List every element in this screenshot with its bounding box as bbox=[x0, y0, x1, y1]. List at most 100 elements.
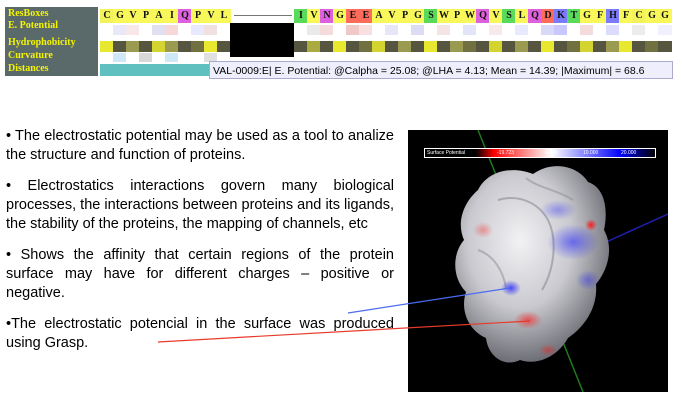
residue-box[interactable]: G bbox=[411, 9, 425, 23]
residue-box[interactable]: I bbox=[165, 9, 179, 23]
track-label-hydrophobicity[interactable]: Hydrophobicity bbox=[8, 37, 76, 48]
e-potential-cell[interactable] bbox=[567, 25, 581, 35]
distances-row-left[interactable] bbox=[100, 64, 213, 76]
hydrophobicity-cell[interactable] bbox=[346, 41, 360, 52]
hydrophobicity-cell[interactable] bbox=[580, 41, 594, 52]
e-potential-cell[interactable] bbox=[217, 25, 231, 35]
residue-box[interactable]: W bbox=[463, 9, 477, 23]
e-potential-cell[interactable] bbox=[165, 25, 179, 35]
residue-box[interactable]: E bbox=[359, 9, 373, 23]
e-potential-cell[interactable] bbox=[463, 25, 477, 35]
hydrophobicity-row-left[interactable] bbox=[100, 41, 231, 52]
hydrophobicity-row-right[interactable] bbox=[294, 41, 672, 52]
e-potential-cell[interactable] bbox=[632, 25, 646, 35]
hydrophobicity-cell[interactable] bbox=[632, 41, 646, 52]
e-potential-cell[interactable] bbox=[476, 25, 490, 35]
e-potential-cell[interactable] bbox=[645, 25, 659, 35]
e-potential-cell[interactable] bbox=[126, 25, 140, 35]
residue-box[interactable]: F bbox=[593, 9, 607, 23]
e-potential-cell[interactable] bbox=[411, 25, 425, 35]
residue-box[interactable]: A bbox=[372, 9, 386, 23]
residue-box[interactable]: V bbox=[307, 9, 321, 23]
residue-box[interactable]: G bbox=[580, 9, 594, 23]
residue-box[interactable]: D bbox=[541, 9, 555, 23]
curvature-cell[interactable] bbox=[178, 53, 192, 62]
track-label-curvature[interactable]: Curvature bbox=[8, 50, 53, 61]
hydrophobicity-cell[interactable] bbox=[372, 41, 386, 52]
e-potential-cell[interactable] bbox=[554, 25, 568, 35]
e-potential-cell[interactable] bbox=[178, 25, 192, 35]
e-potential-cell[interactable] bbox=[658, 25, 672, 35]
hydrophobicity-cell[interactable] bbox=[333, 41, 347, 52]
hydrophobicity-cell[interactable] bbox=[139, 41, 153, 52]
hydrophobicity-cell[interactable] bbox=[463, 41, 477, 52]
residue-box[interactable]: G bbox=[658, 9, 672, 23]
hydrophobicity-cell[interactable] bbox=[204, 41, 218, 52]
hydrophobicity-cell[interactable] bbox=[541, 41, 555, 52]
e-potential-cell[interactable] bbox=[450, 25, 464, 35]
residue-box[interactable]: V bbox=[204, 9, 218, 23]
e-potential-cell[interactable] bbox=[333, 25, 347, 35]
hydrophobicity-cell[interactable] bbox=[152, 41, 166, 52]
hydrophobicity-cell[interactable] bbox=[476, 41, 490, 52]
curvature-cell[interactable] bbox=[191, 53, 205, 62]
residue-box[interactable]: S bbox=[424, 9, 438, 23]
hydrophobicity-cell[interactable] bbox=[593, 41, 607, 52]
e-potential-row-left[interactable] bbox=[100, 25, 231, 35]
hydrophobicity-cell[interactable] bbox=[385, 41, 399, 52]
e-potential-cell[interactable] bbox=[619, 25, 633, 35]
residue-box[interactable]: T bbox=[567, 9, 581, 23]
residue-box[interactable]: S bbox=[502, 9, 516, 23]
e-potential-cell[interactable] bbox=[100, 25, 114, 35]
residue-box[interactable]: L bbox=[515, 9, 529, 23]
e-potential-cell[interactable] bbox=[372, 25, 386, 35]
hydrophobicity-cell[interactable] bbox=[165, 41, 179, 52]
hydrophobicity-cell[interactable] bbox=[307, 41, 321, 52]
residue-box[interactable]: C bbox=[100, 9, 114, 23]
e-potential-cell[interactable] bbox=[385, 25, 399, 35]
hydrophobicity-cell[interactable] bbox=[567, 41, 581, 52]
residue-box[interactable]: Q bbox=[528, 9, 542, 23]
hydrophobicity-cell[interactable] bbox=[126, 41, 140, 52]
e-potential-cell[interactable] bbox=[424, 25, 438, 35]
track-label-resboxes[interactable]: ResBoxes bbox=[8, 8, 49, 19]
residue-box[interactable]: P bbox=[139, 9, 153, 23]
e-potential-cell[interactable] bbox=[528, 25, 542, 35]
e-potential-cell[interactable] bbox=[502, 25, 516, 35]
hydrophobicity-cell[interactable] bbox=[645, 41, 659, 52]
residue-box[interactable]: Q bbox=[178, 9, 192, 23]
residue-box[interactable]: G bbox=[333, 9, 347, 23]
hydrophobicity-cell[interactable] bbox=[658, 41, 672, 52]
hydrophobicity-cell[interactable] bbox=[320, 41, 334, 52]
hydrophobicity-cell[interactable] bbox=[619, 41, 633, 52]
residue-box[interactable]: C bbox=[632, 9, 646, 23]
e-potential-cell[interactable] bbox=[606, 25, 620, 35]
hydrophobicity-cell[interactable] bbox=[217, 41, 231, 52]
hydrophobicity-cell[interactable] bbox=[450, 41, 464, 52]
hydrophobicity-cell[interactable] bbox=[489, 41, 503, 52]
hydrophobicity-cell[interactable] bbox=[554, 41, 568, 52]
e-potential-cell[interactable] bbox=[580, 25, 594, 35]
e-potential-cell[interactable] bbox=[593, 25, 607, 35]
e-potential-cell[interactable] bbox=[489, 25, 503, 35]
residue-box[interactable]: P bbox=[398, 9, 412, 23]
hydrophobicity-cell[interactable] bbox=[178, 41, 192, 52]
residue-box[interactable]: H bbox=[606, 9, 620, 23]
track-label-distances[interactable]: Distances bbox=[8, 63, 49, 74]
grasp-surface-viewer[interactable]: Surface Potential -19.723 0.000 10.000 2… bbox=[408, 130, 668, 392]
residue-box[interactable]: A bbox=[152, 9, 166, 23]
curvature-cell[interactable] bbox=[113, 53, 127, 62]
e-potential-cell[interactable] bbox=[113, 25, 127, 35]
e-potential-cell[interactable] bbox=[204, 25, 218, 35]
hydrophobicity-cell[interactable] bbox=[411, 41, 425, 52]
e-potential-cell[interactable] bbox=[307, 25, 321, 35]
hydrophobicity-cell[interactable] bbox=[528, 41, 542, 52]
hydrophobicity-cell[interactable] bbox=[437, 41, 451, 52]
residue-box[interactable]: L bbox=[217, 9, 231, 23]
hydrophobicity-cell[interactable] bbox=[502, 41, 516, 52]
hydrophobicity-cell[interactable] bbox=[113, 41, 127, 52]
residue-box[interactable]: P bbox=[191, 9, 205, 23]
residue-box[interactable]: P bbox=[450, 9, 464, 23]
hydrophobicity-cell[interactable] bbox=[606, 41, 620, 52]
hydrophobicity-cell[interactable] bbox=[294, 41, 308, 52]
